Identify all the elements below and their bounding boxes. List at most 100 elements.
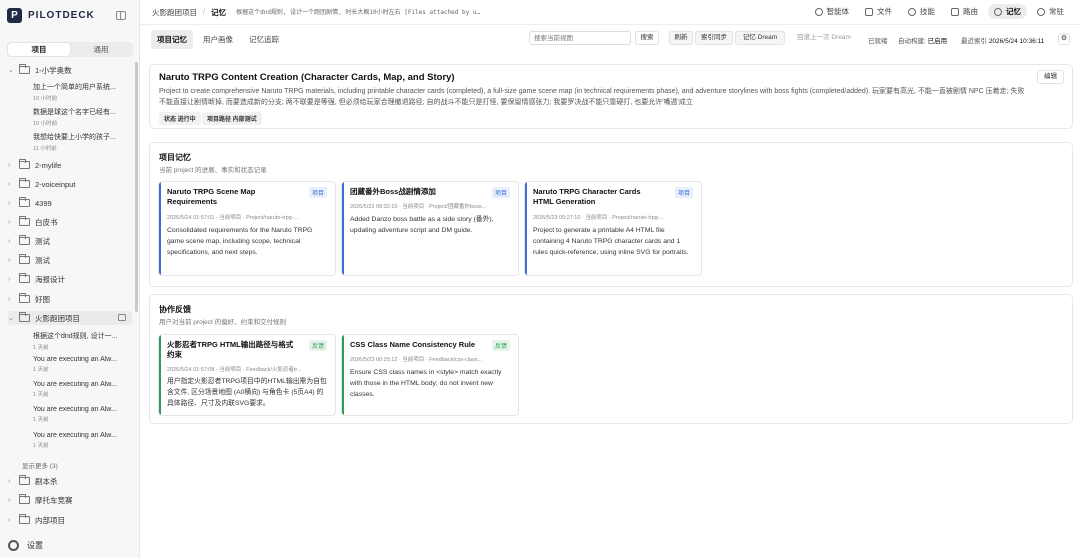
folder-icon — [19, 235, 30, 245]
feedback-body: Ensure CSS class names in <style> match … — [350, 369, 502, 398]
folder-item[interactable]: › 测试 — [8, 253, 132, 267]
folder-item[interactable]: › 测试 — [8, 234, 132, 248]
accent-bar — [342, 182, 344, 275]
resident-icon — [1037, 7, 1045, 16]
last-index-label: 最近索引 — [961, 38, 987, 45]
search-input[interactable] — [529, 31, 631, 45]
nav-skills[interactable]: 技能 — [902, 4, 941, 19]
session-title: 我想给快要上小学的孩子... — [33, 134, 116, 141]
nav-agents[interactable]: 智能体 — [809, 4, 856, 19]
tab-projects[interactable]: 项目 — [8, 43, 70, 56]
folder-item-active[interactable]: ⌄ 火影跑团项目 — [8, 311, 132, 325]
chevron-right-icon: › — [8, 161, 11, 169]
folder-item[interactable]: › 2-voiceinput — [8, 177, 132, 191]
session-item[interactable]: You are executing an Alw... 1 天前 — [33, 432, 129, 449]
folder-item[interactable]: › 白皮书 — [8, 215, 132, 229]
folder-label: 测试 — [35, 255, 50, 265]
chevron-right-icon: › — [8, 199, 11, 207]
new-chat-icon[interactable] — [118, 314, 126, 321]
feedback-title: 火影忍者TRPG HTML输出路径与格式约束 — [167, 340, 294, 359]
memory-title: Naruto TRPG Scene Map Requirements — [167, 187, 256, 206]
session-item[interactable]: 我想给快要上小学的孩子... 11 小时前 — [33, 132, 129, 152]
brand[interactable]: P PILOTDECK — [7, 8, 95, 23]
memory-tag: 项目 — [674, 187, 693, 198]
chevron-right-icon: › — [8, 256, 11, 264]
sidebar-scrollbar[interactable] — [135, 62, 138, 312]
rollback-dream-button[interactable]: 回滚上一次 Dream — [792, 31, 856, 45]
session-time: 1 天前 — [33, 345, 49, 351]
memory-meta: 2026/5/23 00:27:10 · 当前项目 · Project/naru… — [533, 215, 665, 221]
memory-tabs: 项目记忆 用户画像 记忆追踪 — [151, 30, 289, 49]
sidebar: P PILOTDECK 项目 通用 ⌄ 1-小学奥数 加上一个简单的用户系统..… — [0, 0, 140, 558]
nav-files[interactable]: 文件 — [859, 4, 898, 19]
memory-title: Naruto TRPG Character Cards HTML Generat… — [533, 187, 641, 206]
memory-card[interactable]: 团藏番外Boss战剧情添加 项目 2026/5/23 09:32:10 · 当前… — [341, 181, 519, 276]
memory-meta: 2026/5/23 09:32:10 · 当前项目 · Project/团藏番外… — [350, 204, 487, 210]
project-title: Naruto TRPG Content Creation (Character … — [159, 72, 455, 83]
session-item[interactable]: You are executing an Alw... 1 天前 — [33, 356, 129, 373]
search-button[interactable]: 搜索 — [635, 31, 659, 45]
tab-memory-trace[interactable]: 记忆追踪 — [243, 30, 285, 49]
status-badge: 状态 进行中 — [159, 112, 201, 125]
chevron-down-icon: ⌄ — [8, 67, 14, 74]
breadcrumb-project[interactable]: 火影跑团项目 — [152, 7, 197, 18]
memory-card[interactable]: Naruto TRPG Scene Map Requirements 项目 20… — [158, 181, 336, 276]
session-item[interactable]: 加上一个简单的用户系统... 10 小时前 — [33, 82, 129, 102]
session-title: 数据是球这个名字已经有... — [33, 109, 116, 116]
sync-index-button[interactable]: 索引同步 — [695, 31, 733, 45]
folder-icon — [19, 475, 30, 485]
accent-bar — [525, 182, 527, 275]
folder-icon — [19, 64, 30, 74]
memory-title: 团藏番外Boss战剧情添加 — [350, 187, 436, 196]
sidebar-collapse-icon[interactable] — [116, 11, 126, 20]
refresh-button[interactable]: 刷新 — [669, 31, 693, 45]
memory-body: Consolidated requirements for the Naruto… — [167, 227, 313, 256]
session-title: You are executing an Alw... — [33, 381, 117, 388]
memory-toolbar: 项目记忆 用户画像 记忆追踪 搜索 刷新 索引同步 记忆 Dream 回滚上一次… — [140, 28, 1080, 50]
folder-item[interactable]: ⌄ 1-小学奥数 — [8, 63, 132, 77]
session-title: You are executing an Alw... — [33, 406, 117, 413]
agent-icon — [814, 7, 823, 16]
memory-dream-button[interactable]: 记忆 Dream — [735, 31, 785, 45]
tab-general[interactable]: 通用 — [70, 43, 132, 56]
folder-label: 火影跑团项目 — [35, 313, 80, 323]
folder-item[interactable]: › 4399 — [8, 196, 132, 210]
session-item[interactable]: You are executing an Alw... 1 天前 — [33, 406, 129, 423]
sidebar-segment: 项目 通用 — [7, 42, 133, 57]
folder-item[interactable]: › 剧本杀 — [8, 474, 132, 488]
show-more-link[interactable]: 显示更多 (3) — [22, 460, 58, 470]
nav-resident[interactable]: 常驻 — [1031, 4, 1070, 19]
feedback-card[interactable]: 火影忍者TRPG HTML输出路径与格式约束 反馈 2026/5/24 01:5… — [158, 334, 336, 416]
edit-button[interactable]: 编辑 — [1037, 70, 1064, 84]
settings-gear-icon[interactable]: ⚙ — [1058, 33, 1070, 45]
nav-label: 常驻 — [1049, 7, 1064, 16]
folder-item[interactable]: › 摩托车竞赛 — [8, 493, 132, 507]
tab-project-memory[interactable]: 项目记忆 — [151, 30, 193, 49]
app-name: PILOTDECK — [28, 10, 95, 21]
session-item[interactable]: 数据是球这个名字已经有... 10 小时前 — [33, 107, 129, 127]
memory-card[interactable]: Naruto TRPG Character Cards HTML Generat… — [524, 181, 702, 276]
feedback-body: 用户指定火影忍者TRPG项目中的HTML输出需为自包含文件, 区分场景地图 (A… — [167, 378, 327, 407]
chevron-right-icon: › — [8, 516, 11, 524]
session-time: 11 小时前 — [33, 146, 57, 152]
feedback-meta: 2026/5/24 01:57:08 · 当前项目 · Feedback/火影忍… — [167, 367, 302, 373]
session-item[interactable]: You are executing an Alw... 1 天前 — [33, 381, 129, 398]
chevron-right-icon: › — [8, 496, 11, 504]
session-time: 1 天前 — [33, 443, 49, 449]
session-time: 10 小时前 — [33, 121, 58, 127]
breadcrumb: 火影跑团项目 / 记忆 根据这个dnd规则, 设计一个跑团剧情, 时长大概10小… — [152, 7, 480, 18]
session-item[interactable]: 根据这个dnd规则, 设计一... 1 天前 — [33, 331, 129, 351]
folder-item[interactable]: › 海报设计 — [8, 272, 132, 286]
folder-item[interactable]: › 好图 — [8, 292, 132, 306]
nav-routes[interactable]: 路由 — [945, 4, 984, 19]
folder-item[interactable]: › 2-mylife — [8, 158, 132, 172]
folder-label: 测试 — [35, 236, 50, 246]
feedback-card[interactable]: CSS Class Name Consistency Rule 反馈 2026/… — [341, 334, 519, 416]
nav-memory[interactable]: 记忆 — [988, 4, 1027, 19]
folder-item[interactable]: › 内部项目 — [8, 513, 132, 527]
tab-user-profile[interactable]: 用户画像 — [197, 30, 239, 49]
memory-icon — [994, 7, 1002, 16]
settings-button[interactable]: 设置 — [8, 540, 43, 551]
breadcrumb-separator: / — [203, 7, 206, 16]
top-header: 火影跑团项目 / 记忆 根据这个dnd规则, 设计一个跑团剧情, 时长大概10小… — [140, 0, 1080, 25]
